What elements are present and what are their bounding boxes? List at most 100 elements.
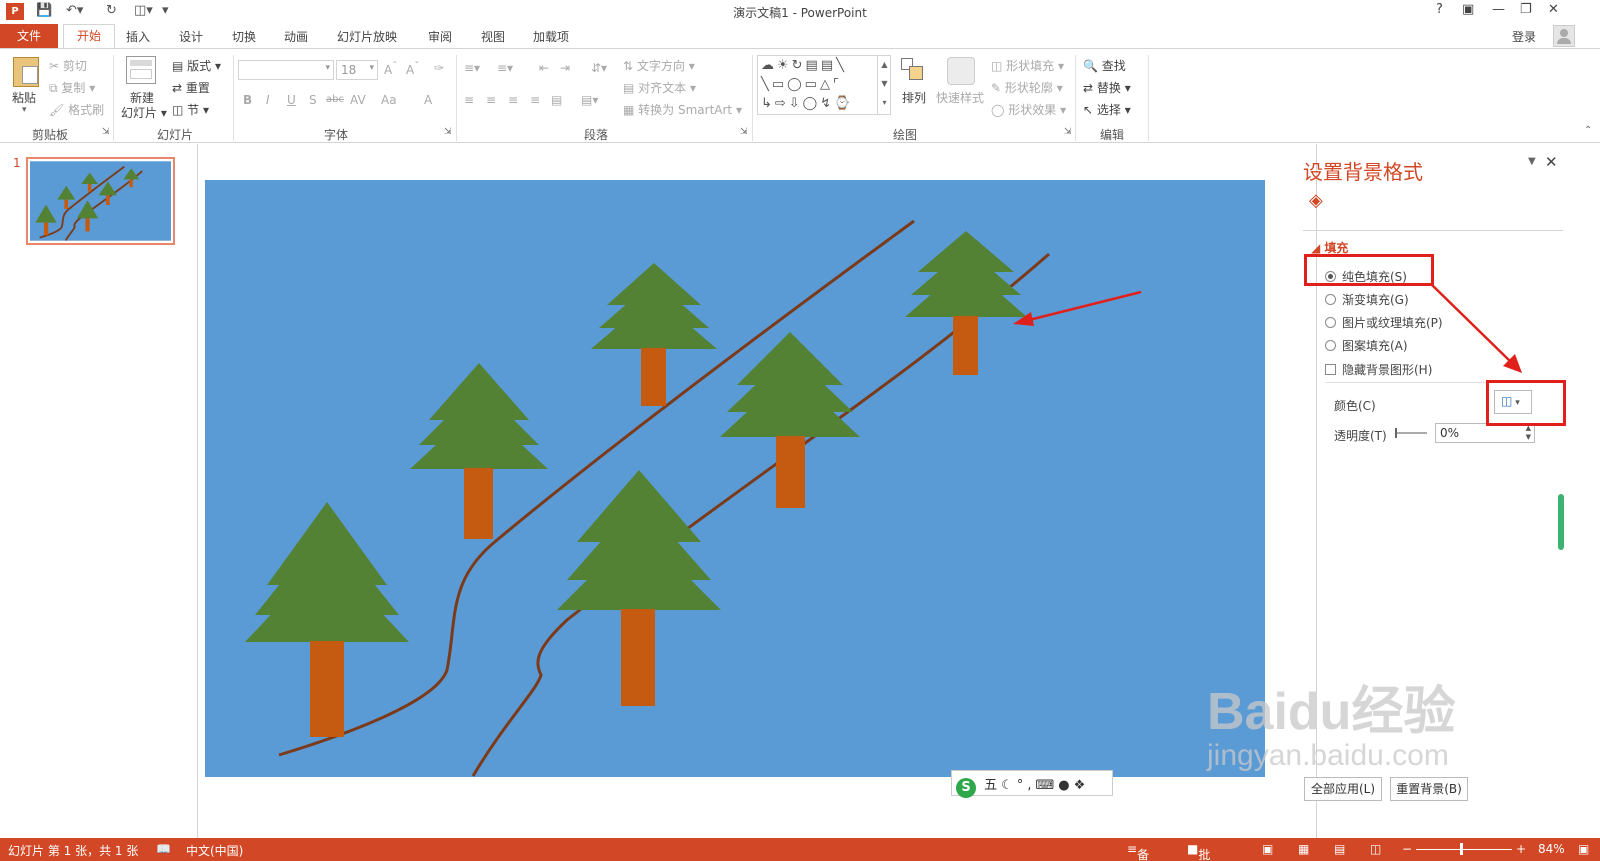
hide-background-checkbox[interactable]: 隐藏背景图形(H): [1325, 361, 1432, 378]
font-size-select[interactable]: 18 ▾: [336, 60, 378, 80]
quick-styles-button[interactable]: 快速样式: [936, 89, 984, 106]
numbering-icon[interactable]: ≡▾: [497, 61, 513, 75]
font-family-select[interactable]: ▾: [238, 60, 334, 80]
shapes-gallery[interactable]: ☁☀↻▤▤╲ ╲▭◯▭△⌜ ↳⇨⇩◯↯⌚: [757, 55, 891, 115]
tab-design[interactable]: 设计: [179, 28, 203, 45]
char-spacing-button[interactable]: AV: [350, 93, 366, 107]
normal-view-icon[interactable]: ▣: [1262, 842, 1273, 856]
avatar[interactable]: [1553, 25, 1575, 47]
tab-addins[interactable]: 加载项: [533, 28, 569, 45]
italic-button[interactable]: I: [266, 93, 270, 107]
layout-button[interactable]: ▤ 版式 ▾: [172, 57, 221, 74]
dialog-launcher-icon[interactable]: ⇲: [740, 127, 748, 137]
arrange-button[interactable]: 排列: [902, 89, 926, 106]
select-button[interactable]: ↖ 选择 ▾: [1083, 101, 1131, 118]
align-text-button[interactable]: ▤ 对齐文本 ▾: [623, 79, 696, 96]
spellcheck-icon[interactable]: 📖: [156, 842, 171, 856]
align-left-icon[interactable]: ≡: [464, 93, 474, 107]
notes-button[interactable]: ≡ 备注: [1127, 842, 1149, 861]
tab-animations[interactable]: 动画: [284, 28, 308, 45]
ime-toolbar[interactable]: S 五☾°,⌨●❖: [951, 770, 1113, 798]
zoom-slider[interactable]: [1416, 843, 1512, 855]
align-center-icon[interactable]: ≡: [486, 93, 496, 107]
arrange-icon[interactable]: [901, 58, 925, 82]
tab-insert[interactable]: 插入: [126, 28, 150, 45]
distributed-icon[interactable]: ▤: [551, 93, 562, 107]
pattern-fill-option[interactable]: 图案填充(A): [1325, 337, 1408, 354]
bold-button[interactable]: B: [243, 93, 252, 107]
transparency-slider[interactable]: [1395, 428, 1427, 438]
strikethrough-button[interactable]: abc: [326, 94, 344, 105]
zoom-level[interactable]: 84%: [1538, 842, 1565, 856]
section-button[interactable]: ◫ 节 ▾: [172, 101, 209, 118]
columns-icon[interactable]: ▤▾: [581, 93, 598, 107]
tab-transitions[interactable]: 切换: [232, 28, 256, 45]
line-spacing-icon[interactable]: ⇵▾: [591, 61, 607, 75]
restore-icon[interactable]: ❐: [1520, 2, 1532, 17]
close-icon[interactable]: ✕: [1548, 2, 1559, 17]
align-right-icon[interactable]: ≡: [508, 93, 518, 107]
shape-effects-button[interactable]: ◯ 形状效果 ▾: [991, 101, 1066, 118]
zoom-out-icon[interactable]: −: [1402, 842, 1412, 856]
text-direction-button[interactable]: ⇅ 文字方向 ▾: [623, 57, 695, 74]
paste-button[interactable]: 粘贴: [12, 89, 36, 106]
paste-icon[interactable]: [13, 57, 39, 87]
minimize-icon[interactable]: —: [1492, 2, 1505, 17]
justify-icon[interactable]: ≡: [530, 93, 540, 107]
replace-button[interactable]: ⇄ 替换 ▾: [1083, 79, 1131, 96]
apply-all-button[interactable]: 全部应用(L): [1304, 777, 1382, 801]
clear-format-icon[interactable]: ✑: [434, 61, 444, 75]
transparency-input[interactable]: 0% ▲ ▼: [1435, 423, 1535, 443]
bullets-icon[interactable]: ≡▾: [464, 61, 480, 75]
find-button[interactable]: 🔍 查找: [1083, 57, 1126, 74]
increase-indent-icon[interactable]: ⇥: [560, 61, 570, 75]
dialog-launcher-icon[interactable]: ⇲: [1064, 127, 1072, 137]
change-case-button[interactable]: Aa: [381, 93, 397, 107]
slide-background[interactable]: [205, 180, 1265, 777]
shadow-button[interactable]: S: [309, 93, 317, 107]
tab-view[interactable]: 视图: [481, 28, 505, 45]
paste-dropdown-icon[interactable]: ▾: [22, 105, 27, 115]
tab-home[interactable]: 开始: [63, 24, 115, 49]
underline-button[interactable]: U: [287, 93, 296, 107]
grow-font-icon[interactable]: Aˆ: [384, 61, 397, 77]
zoom-in-icon[interactable]: +: [1516, 842, 1526, 856]
format-painter-button[interactable]: 🖌 格式刷: [49, 101, 104, 118]
slide-sorter-icon[interactable]: ▦: [1298, 842, 1309, 856]
comments-button[interactable]: ■ 批注: [1187, 842, 1210, 861]
decrease-indent-icon[interactable]: ⇤: [539, 61, 549, 75]
fill-icon[interactable]: ◈: [1309, 190, 1323, 211]
smartart-button[interactable]: ▦ 转换为 SmartArt ▾: [623, 101, 742, 118]
copy-button[interactable]: ⧉ 复制 ▾: [49, 79, 95, 96]
font-color-button[interactable]: A: [424, 93, 432, 107]
shrink-font-icon[interactable]: Aˇ: [406, 61, 419, 77]
dialog-launcher-icon[interactable]: ⇲: [444, 127, 452, 137]
collapse-ribbon-icon[interactable]: ⌃: [1584, 125, 1592, 136]
ribbon-display-icon[interactable]: ▣: [1462, 2, 1474, 17]
reading-view-icon[interactable]: ▤: [1334, 842, 1345, 856]
reset-background-button[interactable]: 重置背景(B): [1390, 777, 1468, 801]
shape-fill-button[interactable]: ◫ 形状填充 ▾: [991, 57, 1064, 74]
pane-scrollbar[interactable]: [1558, 494, 1564, 550]
new-slide-label-2[interactable]: 幻灯片 ▾: [121, 104, 167, 121]
login-link[interactable]: 登录: [1512, 28, 1536, 45]
slideshow-view-icon[interactable]: ◫: [1370, 842, 1381, 856]
dialog-launcher-icon[interactable]: ⇲: [102, 127, 110, 137]
tab-slideshow[interactable]: 幻灯片放映: [337, 28, 397, 45]
quick-styles-icon[interactable]: [947, 57, 975, 85]
gallery-scroll[interactable]: ▲ ▼ ▾: [877, 55, 891, 115]
tab-file[interactable]: 文件: [0, 24, 58, 48]
pane-options-icon[interactable]: ▼: [1528, 156, 1536, 167]
shape-outline-button[interactable]: ✎ 形状轮廓 ▾: [991, 79, 1063, 96]
slide-thumbnail[interactable]: [26, 157, 175, 245]
gradient-fill-option[interactable]: 渐变填充(G): [1325, 291, 1409, 308]
slide-canvas[interactable]: [205, 180, 1265, 777]
language-indicator[interactable]: 中文(中国): [186, 842, 243, 859]
new-slide-icon[interactable]: [126, 56, 156, 84]
fit-to-window-icon[interactable]: ▣: [1578, 842, 1589, 856]
help-icon[interactable]: ?: [1436, 2, 1443, 17]
reset-button[interactable]: ⇄ 重置: [172, 79, 210, 96]
picture-fill-option[interactable]: 图片或纹理填充(P): [1325, 314, 1443, 331]
tab-review[interactable]: 审阅: [428, 28, 452, 45]
cut-button[interactable]: ✂ 剪切: [49, 57, 87, 74]
